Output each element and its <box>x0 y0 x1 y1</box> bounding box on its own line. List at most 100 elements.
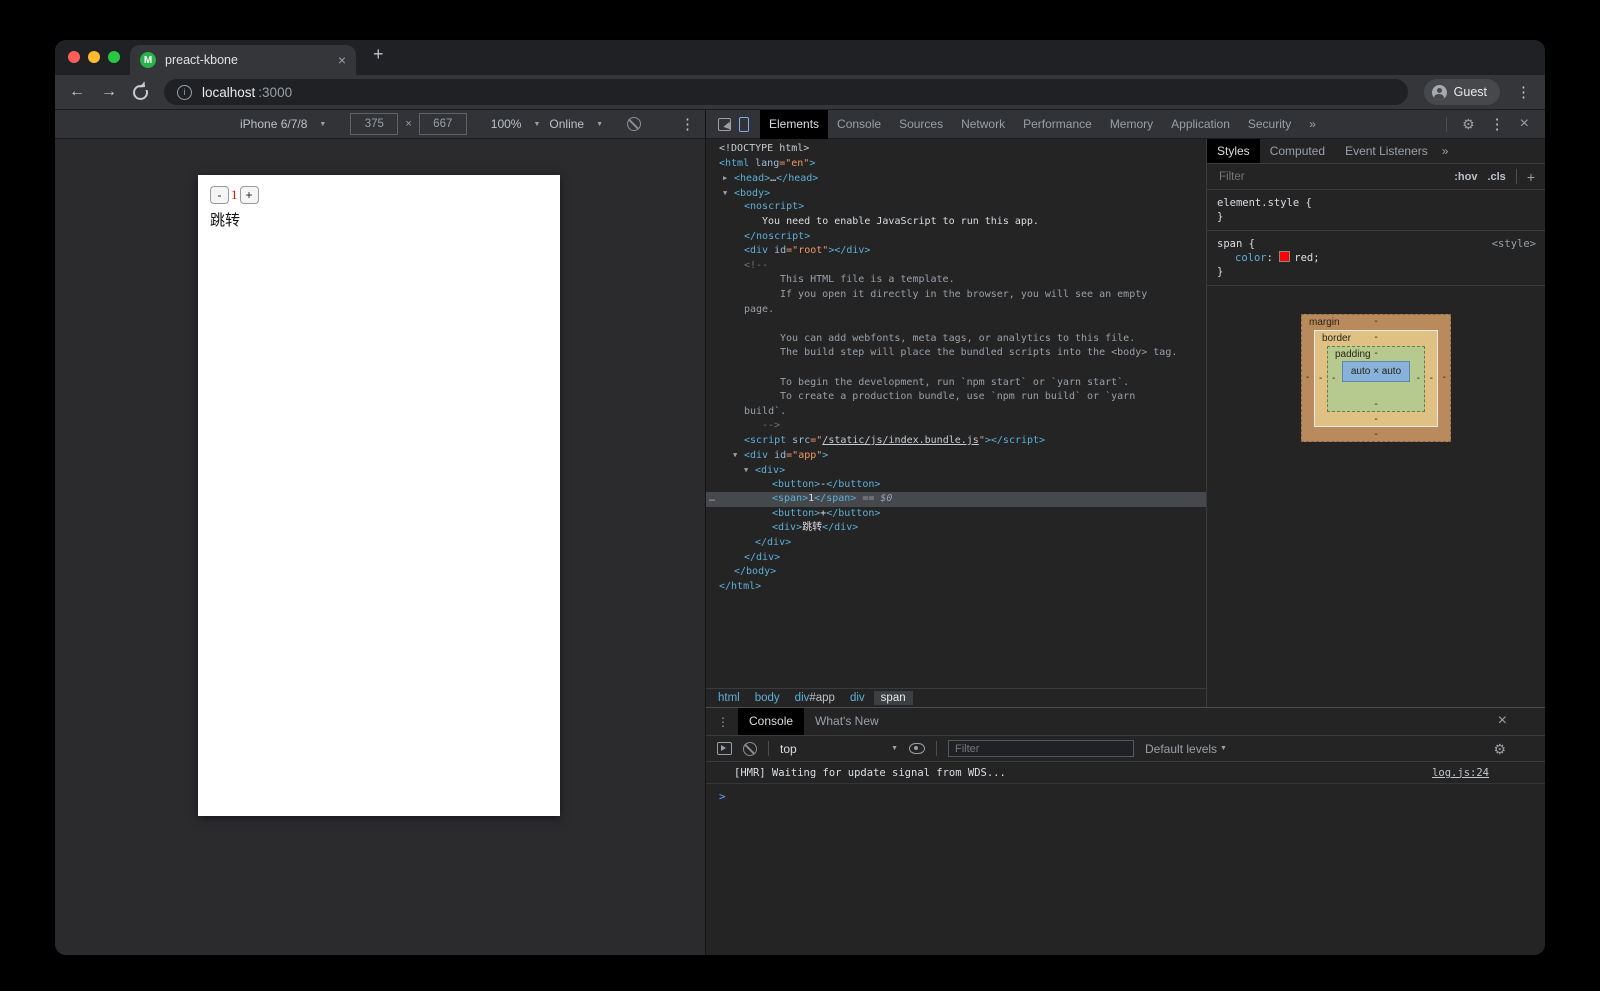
devtools-settings-icon[interactable]: ⚙ <box>1462 117 1475 131</box>
dom-tree-line[interactable]: <noscript> <box>706 200 1206 215</box>
dom-tree-line[interactable]: <div>跳转</div> <box>706 521 1206 536</box>
dom-tree-line[interactable]: --> <box>706 419 1206 434</box>
dom-tree-line[interactable]: </noscript> <box>706 230 1206 245</box>
dom-tree-line[interactable] <box>706 361 1206 376</box>
breadcrumb-item[interactable]: div <box>844 692 871 704</box>
forward-button[interactable]: → <box>101 84 117 100</box>
console-sidebar-icon[interactable] <box>717 742 732 755</box>
box-model-content[interactable]: auto × auto <box>1342 361 1410 382</box>
dom-tree-line[interactable]: <button>+</button> <box>706 507 1206 522</box>
devtools-tab-performance[interactable]: Performance <box>1014 110 1101 139</box>
devtools-tab-sources[interactable]: Sources <box>890 110 952 139</box>
inspect-element-icon[interactable] <box>718 118 731 131</box>
dom-tree-line[interactable]: To begin the development, run `npm start… <box>706 376 1206 391</box>
devtools-tab-console[interactable]: Console <box>828 110 890 139</box>
profile-chip[interactable]: Guest <box>1424 79 1500 105</box>
dom-tree-line[interactable]: The build step will place the bundled sc… <box>706 346 1206 361</box>
styles-filter-input[interactable] <box>1217 170 1444 184</box>
dom-tree-line[interactable]: </div> <box>706 551 1206 566</box>
dom-tree-line[interactable]: </html> <box>706 580 1206 595</box>
dom-tree-line[interactable]: ▼<body> <box>706 186 1206 201</box>
breadcrumb-item[interactable]: body <box>749 692 786 704</box>
dom-tree-line[interactable]: <!DOCTYPE html> <box>706 142 1206 157</box>
breadcrumb-item[interactable]: div#app <box>789 692 841 704</box>
console-source-link[interactable]: log.js:24 <box>1432 767 1489 779</box>
pseudo-state-toggle[interactable]: :hov <box>1454 171 1477 183</box>
devtools-tab-network[interactable]: Network <box>952 110 1014 139</box>
collapse-arrow-icon[interactable]: ▼ <box>744 463 755 478</box>
breadcrumb-item[interactable]: html <box>712 692 746 704</box>
span-style-rule[interactable]: <style> span { color: red; } <box>1207 231 1545 286</box>
dom-tree-line[interactable]: <!-- <box>706 259 1206 274</box>
devtools-close-icon[interactable]: × <box>1520 116 1529 132</box>
device-select[interactable]: iPhone 6/7/8 <box>240 117 307 131</box>
device-width-input[interactable] <box>350 113 398 135</box>
dom-tree-line[interactable]: ▶<head>…</head> <box>706 171 1206 186</box>
dom-tree-line[interactable]: <script src="/static/js/index.bundle.js"… <box>706 434 1206 449</box>
dom-tree-line[interactable]: ▼<div> <box>706 463 1206 478</box>
console-prompt[interactable]: > <box>706 784 1545 803</box>
console-filter-input[interactable] <box>948 740 1134 757</box>
new-tab-button[interactable]: + <box>373 44 384 65</box>
zoom-select[interactable]: 100% <box>491 117 522 131</box>
styles-tab-event-listeners[interactable]: Event Listeners <box>1335 139 1438 163</box>
device-toolbar-toggle-icon[interactable] <box>739 117 749 132</box>
address-bar[interactable]: localhost :3000 <box>164 79 1408 105</box>
drawer-tab-what-s-new[interactable]: What's New <box>804 708 890 735</box>
collapse-arrow-icon[interactable]: ▼ <box>733 448 744 463</box>
dom-tree-line[interactable]: ▼<div id="app"> <box>706 448 1206 463</box>
browser-menu-icon[interactable]: ⋮ <box>1516 85 1531 100</box>
execution-context-select[interactable]: top ▼ <box>780 742 898 756</box>
more-panels-icon[interactable]: » <box>1300 117 1325 131</box>
box-model-padding[interactable]: padding - - - - auto × auto <box>1327 346 1425 412</box>
devtools-menu-icon[interactable]: ⋮ <box>1490 117 1505 132</box>
collapse-arrow-icon[interactable]: ▼ <box>723 186 734 201</box>
decrement-button[interactable]: - <box>210 186 229 204</box>
site-info-icon[interactable] <box>177 85 192 100</box>
dom-tree-line[interactable]: …<span>1</span> == $0 <box>706 492 1206 507</box>
devtools-tab-security[interactable]: Security <box>1239 110 1300 139</box>
styles-tab-computed[interactable]: Computed <box>1260 139 1335 163</box>
dom-tree-line[interactable] <box>706 317 1206 332</box>
reload-button[interactable] <box>133 85 148 100</box>
drawer-tab-console[interactable]: Console <box>738 708 804 735</box>
throttling-select[interactable]: Online <box>549 117 584 131</box>
device-toolbar-menu-icon[interactable]: ⋮ <box>680 117 695 132</box>
breadcrumb-item[interactable]: span <box>874 691 913 705</box>
styles-more-tabs-icon[interactable]: » <box>1442 144 1449 158</box>
jump-link[interactable]: 跳转 <box>210 209 560 230</box>
live-expression-icon[interactable] <box>909 743 925 754</box>
dom-tree-line[interactable]: This HTML file is a template. <box>706 273 1206 288</box>
box-model-margin[interactable]: margin - - - - border - - - - padding <box>1301 314 1451 442</box>
styles-tab-styles[interactable]: Styles <box>1207 139 1260 163</box>
dom-tree-line[interactable]: </div> <box>706 536 1206 551</box>
browser-tab[interactable]: M preact-kbone × <box>130 45 356 75</box>
devtools-tab-elements[interactable]: Elements <box>760 110 828 139</box>
dom-tree-line[interactable]: You can add webfonts, meta tags, or anal… <box>706 332 1206 347</box>
back-button[interactable]: ← <box>69 84 85 100</box>
dom-tree-line[interactable]: <html lang="en"> <box>706 157 1206 172</box>
dom-tree-line[interactable]: <button>-</button> <box>706 478 1206 493</box>
class-toggle[interactable]: .cls <box>1487 171 1505 183</box>
minimize-window-button[interactable] <box>88 51 100 63</box>
element-style-rule[interactable]: element.style { } <box>1207 190 1545 231</box>
drawer-menu-icon[interactable]: ⋮ <box>717 715 729 729</box>
dom-tree-line[interactable]: build`. <box>706 405 1206 420</box>
new-style-rule-icon[interactable]: + <box>1527 169 1535 185</box>
expand-arrow-icon[interactable]: ▶ <box>723 171 734 186</box>
drawer-close-icon[interactable]: × <box>1498 713 1507 729</box>
dom-tree-line[interactable]: page. <box>706 303 1206 318</box>
color-swatch[interactable] <box>1279 251 1290 262</box>
tab-close-icon[interactable]: × <box>338 53 346 67</box>
close-window-button[interactable] <box>68 51 80 63</box>
dom-tree-line[interactable]: To create a production bundle, use `npm … <box>706 390 1206 405</box>
console-settings-icon[interactable]: ⚙ <box>1493 742 1534 756</box>
log-levels-select[interactable]: Default levels ▼ <box>1145 742 1227 756</box>
dom-tree-line[interactable]: If you open it directly in the browser, … <box>706 288 1206 303</box>
dom-tree-line[interactable]: </body> <box>706 565 1206 580</box>
dom-tree-line[interactable]: <div id="root"></div> <box>706 244 1206 259</box>
devtools-tab-memory[interactable]: Memory <box>1101 110 1162 139</box>
zoom-window-button[interactable] <box>108 51 120 63</box>
clear-console-icon[interactable] <box>743 742 757 756</box>
dom-tree-line[interactable]: You need to enable JavaScript to run thi… <box>706 215 1206 230</box>
